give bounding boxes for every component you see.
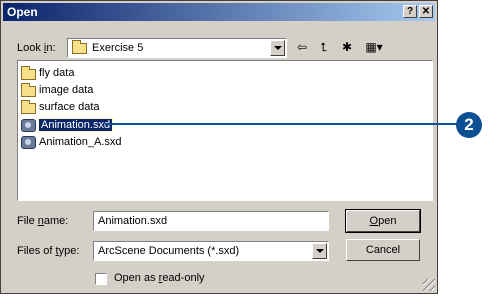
callout-line [105,123,469,125]
item-label: surface data [39,101,100,113]
chevron-down-icon[interactable] [270,40,285,56]
folder-icon [72,40,87,54]
help-button[interactable]: ? [403,5,417,18]
list-item[interactable]: Animation_A.sxd [21,134,122,150]
folder-icon [21,66,36,80]
list-item[interactable]: image data [21,82,93,98]
item-label: Animation_A.sxd [39,136,122,148]
file-name-input[interactable]: Animation.sxd [93,211,329,231]
open-button[interactable]: Open [345,209,421,233]
read-only-checkbox[interactable] [95,273,107,285]
files-of-type-label: Files of type: [17,245,80,257]
dialog-title: Open [7,5,38,19]
title-bar[interactable]: Open ? ✕ [3,3,435,21]
item-label: image data [39,84,94,96]
folder-icon [21,83,36,97]
list-item[interactable]: surface data [21,99,100,115]
files-of-type-value: ArcScene Documents (*.sxd) [98,245,240,257]
resize-grip-icon[interactable] [423,279,435,291]
close-button[interactable]: ✕ [419,5,433,18]
files-of-type-dropdown[interactable]: ArcScene Documents (*.sxd) [93,241,329,261]
item-label: Animation.sxd [37,118,114,132]
file-name-label: File name: [17,215,69,227]
back-arrow-icon[interactable]: ⇦ [292,38,312,56]
look-in-dropdown[interactable]: Exercise 5 [67,38,287,58]
folder-icon [21,100,36,114]
scene-document-icon [21,135,36,149]
chevron-down-icon[interactable] [312,243,327,259]
item-label: fly data [39,67,75,79]
scene-document-icon [21,118,36,132]
file-list[interactable]: fly data image data surface data Animati… [17,60,433,201]
new-folder-icon[interactable]: ✱ [337,38,357,56]
open-dialog: Open ? ✕ Look in: Exercise 5 ⇦ ⮤ ✱ ▦▾ fl… [0,0,438,294]
views-menu-icon[interactable]: ▦▾ [361,38,387,56]
look-in-label: Look in: [17,42,56,54]
list-item[interactable]: fly data [21,65,74,81]
callout-number: 2 [456,112,482,138]
up-folder-icon[interactable]: ⮤ [314,38,334,56]
read-only-label[interactable]: Open as read-only [114,272,205,284]
look-in-value: Exercise 5 [92,42,144,54]
cancel-button[interactable]: Cancel [346,239,420,261]
list-item-selected[interactable]: Animation.sxd [21,117,114,133]
